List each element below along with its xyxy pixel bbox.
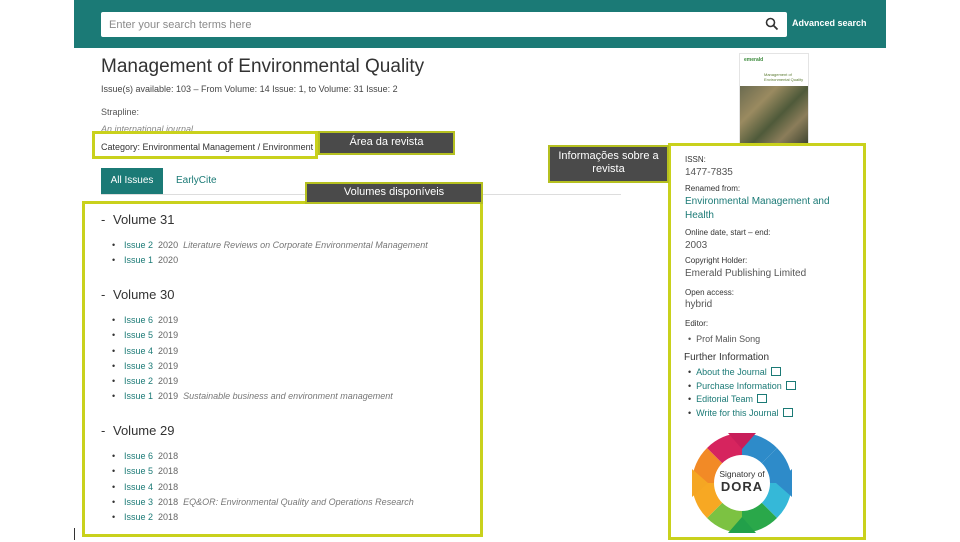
area-callout: Área da revista bbox=[318, 131, 455, 155]
strapline-label: Strapline: bbox=[101, 107, 140, 117]
volumes-callout: Volumes disponíveis bbox=[305, 182, 483, 204]
cover-photo bbox=[740, 86, 808, 144]
info-callout-text: Informações sobre a revista bbox=[558, 150, 659, 175]
volumes-highlight-box bbox=[82, 201, 483, 537]
tab-all-issues[interactable]: All Issues bbox=[101, 168, 163, 194]
area-callout-text: Área da revista bbox=[349, 136, 424, 148]
cover-title: Management of Environmental Quality bbox=[764, 72, 804, 82]
category-highlight-box bbox=[92, 131, 318, 159]
tab-earlycite[interactable]: EarlyCite bbox=[176, 175, 217, 186]
journal-cover-image[interactable]: emerald Management of Environmental Qual… bbox=[739, 53, 809, 145]
search-input[interactable] bbox=[101, 12, 749, 37]
volumes-callout-text: Volumes disponíveis bbox=[343, 186, 445, 198]
text-cursor bbox=[74, 528, 75, 540]
cover-logo: emerald bbox=[744, 57, 764, 63]
info-highlight-box bbox=[668, 143, 866, 540]
page-title: Management of Environmental Quality bbox=[101, 56, 425, 77]
search-box[interactable] bbox=[101, 12, 787, 37]
advanced-search-link[interactable]: Advanced search bbox=[792, 18, 867, 28]
search-icon[interactable] bbox=[765, 17, 779, 31]
issues-available-text: Issue(s) available: 103 – From Volume: 1… bbox=[101, 84, 398, 94]
info-callout: Informações sobre a revista bbox=[548, 145, 669, 183]
